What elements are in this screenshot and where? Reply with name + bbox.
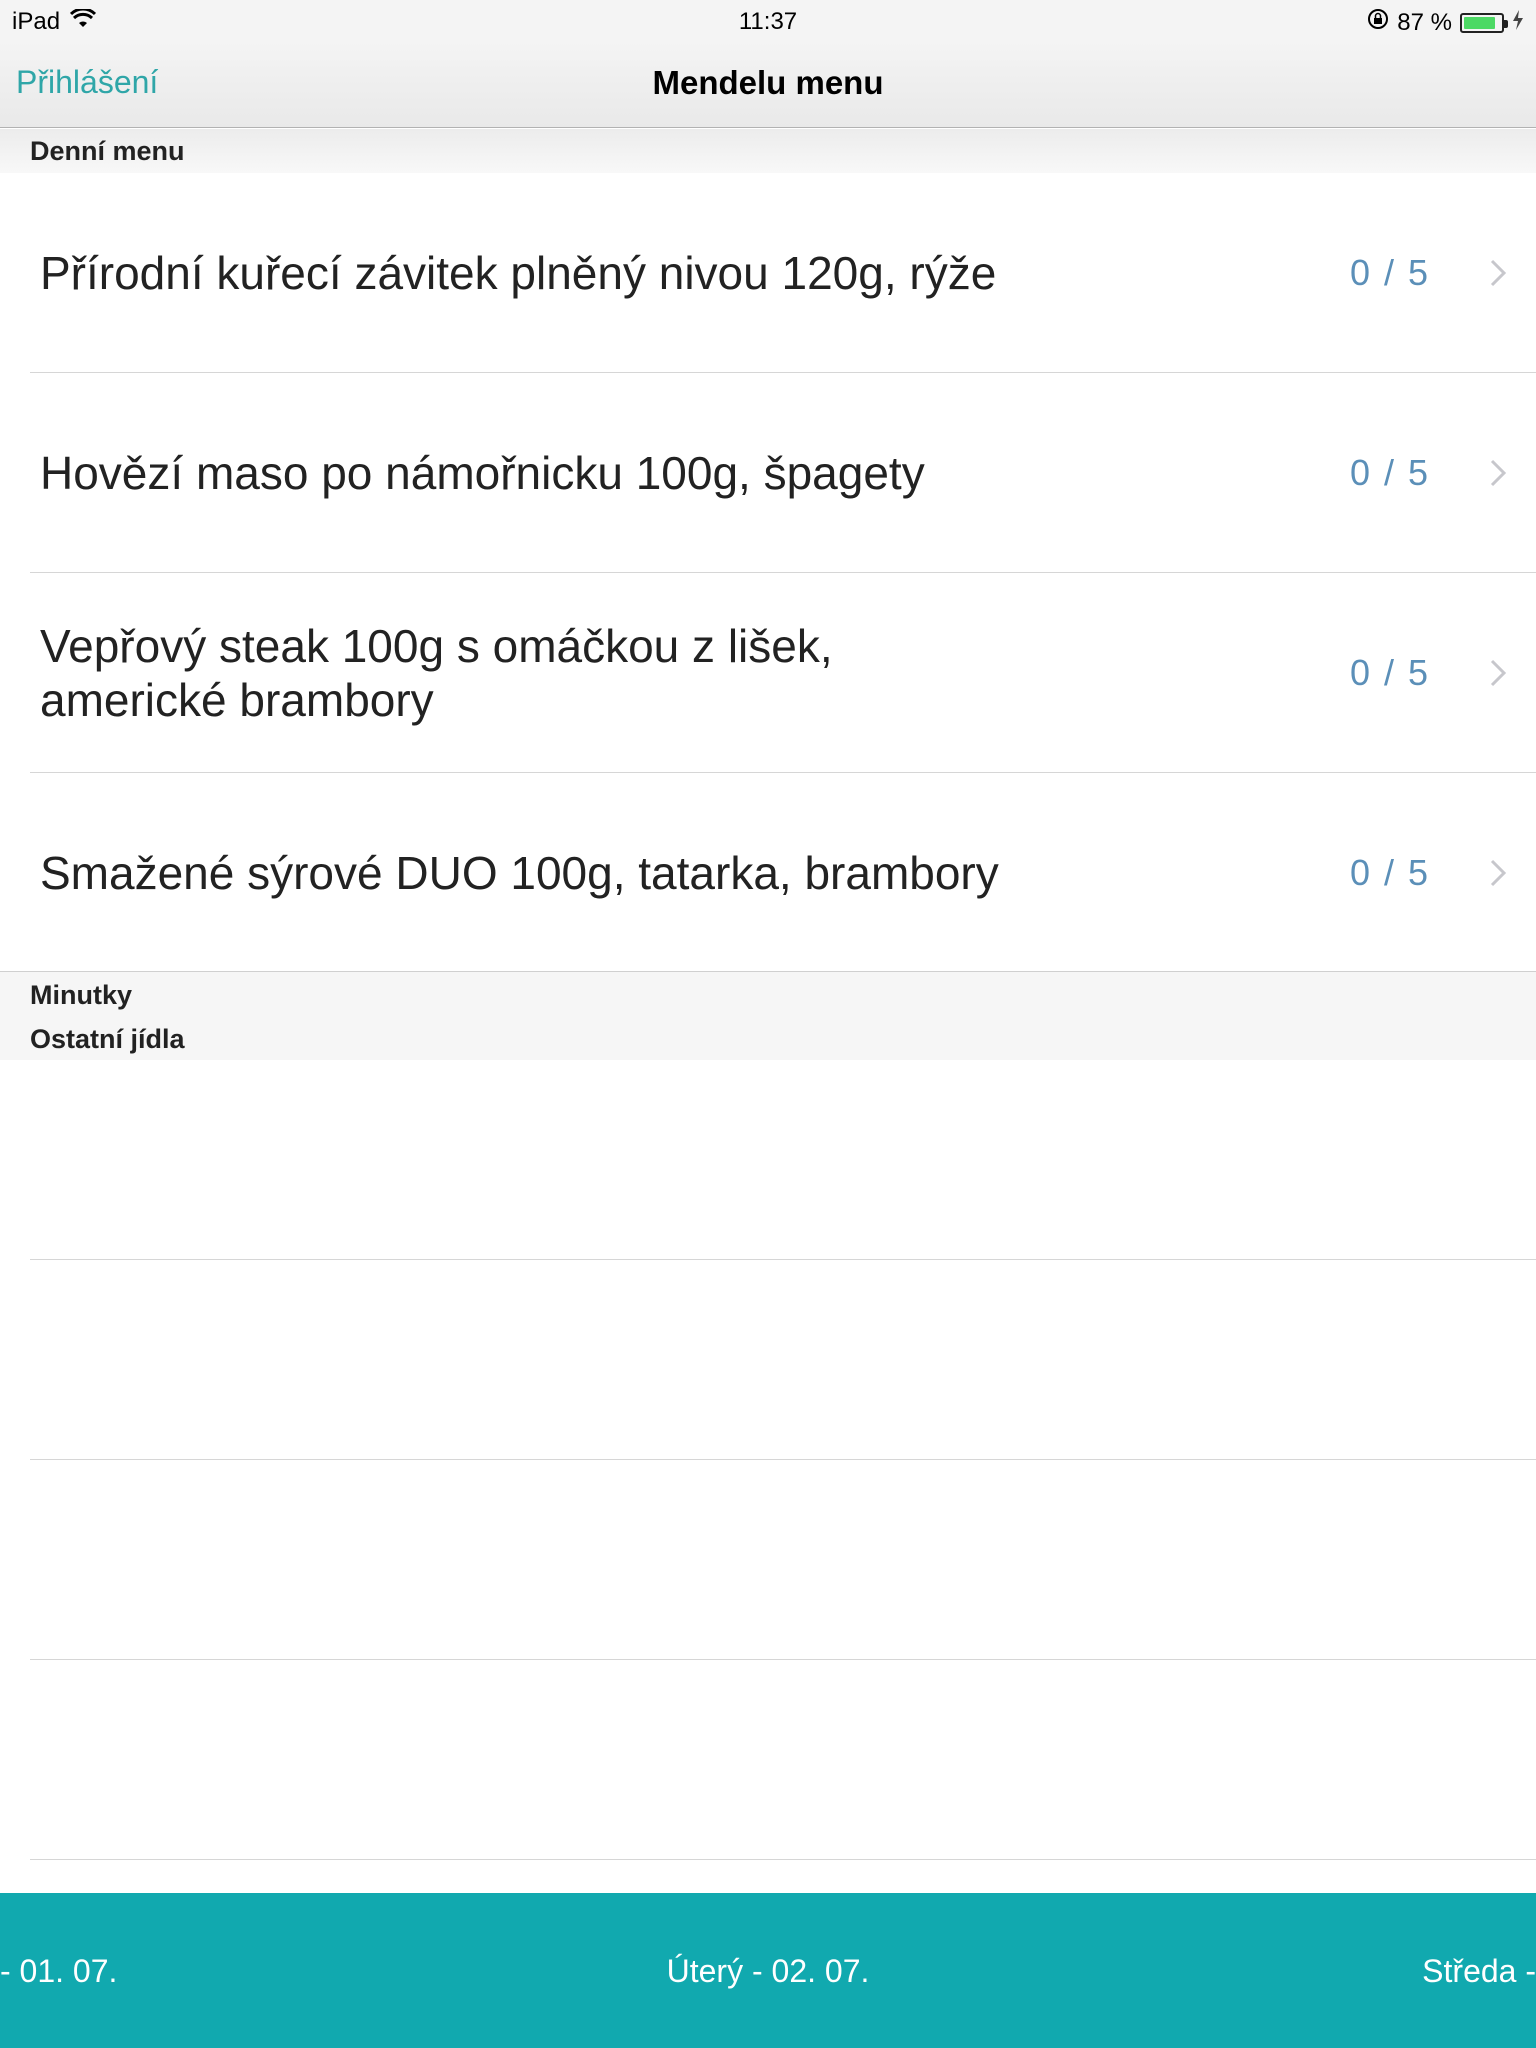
section-header-other: Ostatní jídla xyxy=(0,1016,1536,1060)
menu-item-rating: 0 / 5 xyxy=(1349,452,1430,493)
menu-item-row[interactable]: Hovězí maso po námořnicku 100g, špagety … xyxy=(0,373,1536,573)
status-time: 11:37 xyxy=(738,8,798,35)
navigation-bar: Přihlášení Mendelu menu xyxy=(0,40,1536,128)
menu-item-title: Hovězí maso po námořnicku 100g, špagety xyxy=(40,447,925,499)
battery-icon xyxy=(1460,12,1508,33)
current-day-label: Úterý - 02. 07. xyxy=(666,1953,870,1989)
charging-bolt-icon xyxy=(1512,9,1524,37)
empty-row xyxy=(0,1460,1536,1660)
empty-row xyxy=(0,1660,1536,1860)
menu-item-title: Vepřový steak 100g s omáčkou z lišek, am… xyxy=(40,620,833,726)
status-bar: iPad 11:37 87 % xyxy=(0,0,1536,40)
menu-item-rating: 0 / 5 xyxy=(1349,852,1430,893)
chevron-right-icon xyxy=(1490,259,1507,287)
menu-item-row[interactable]: Přírodní kuřecí závitek plněný nivou 120… xyxy=(0,173,1536,373)
menu-item-row[interactable]: Vepřový steak 100g s omáčkou z lišek, am… xyxy=(0,573,1536,773)
menu-item-rating: 0 / 5 xyxy=(1349,652,1430,693)
empty-row xyxy=(0,1260,1536,1460)
chevron-right-icon xyxy=(1490,459,1507,487)
battery-percent: 87 % xyxy=(1397,8,1452,36)
next-day-button[interactable]: Středa - xyxy=(1422,1953,1536,1990)
menu-item-rating: 0 / 5 xyxy=(1349,252,1430,293)
menu-item-title: Smažené sýrové DUO 100g, tatarka, brambo… xyxy=(40,847,999,899)
rotation-lock-icon xyxy=(1367,8,1389,37)
page-title: Mendelu menu xyxy=(652,64,884,101)
menu-item-title: Přírodní kuřecí závitek plněný nivou 120… xyxy=(40,247,997,299)
menu-item-row[interactable]: Smažené sýrové DUO 100g, tatarka, brambo… xyxy=(0,773,1536,973)
empty-row xyxy=(0,1060,1536,1260)
chevron-right-icon xyxy=(1490,859,1507,887)
chevron-right-icon xyxy=(1490,659,1507,687)
section-header-minutky: Minutky xyxy=(0,972,1536,1016)
day-switcher: - 01. 07. Úterý - 02. 07. Středa - xyxy=(0,1893,1536,2048)
section-header-daily: Denní menu xyxy=(0,129,1536,173)
